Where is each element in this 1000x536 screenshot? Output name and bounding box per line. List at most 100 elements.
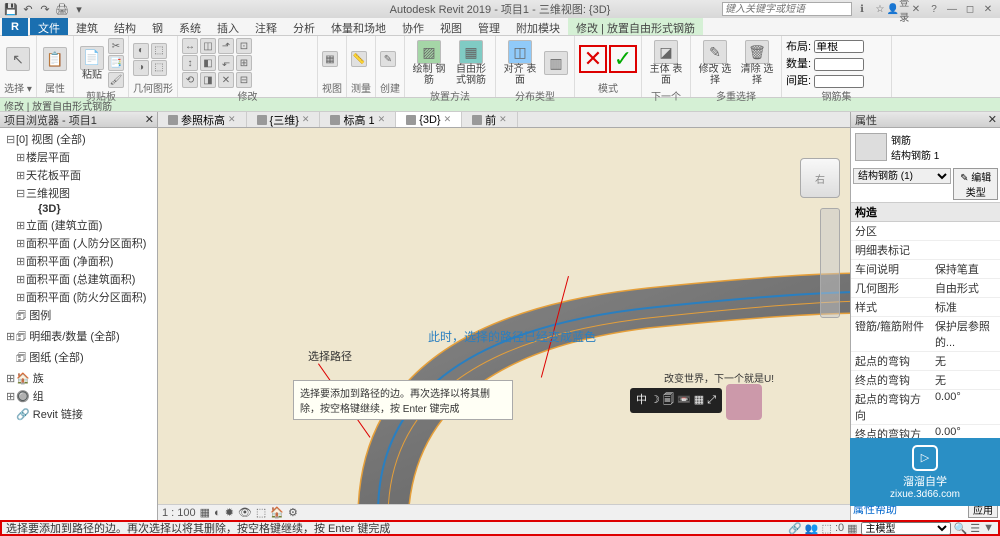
props-row[interactable]: 终点的弯钩无: [851, 371, 1000, 390]
vc-icon[interactable]: ⚙: [288, 506, 298, 519]
minimize-icon[interactable]: —: [944, 2, 960, 16]
search-input[interactable]: [722, 2, 852, 16]
geom-icon[interactable]: ⬚: [151, 60, 167, 76]
qa-redo-icon[interactable]: ↷: [38, 2, 52, 16]
type-selector[interactable]: 结构钢筋 (1): [853, 168, 951, 184]
mode-cancel-button[interactable]: ✕: [579, 45, 607, 73]
props-row[interactable]: 几何图形自由形式: [851, 279, 1000, 298]
host-face-button[interactable]: ◪主体 表面: [646, 38, 686, 88]
view-icon[interactable]: ▦: [322, 51, 338, 67]
tab-view[interactable]: 视图: [432, 18, 470, 35]
workset-select[interactable]: 主模型: [861, 522, 951, 535]
props-row[interactable]: 样式标准: [851, 298, 1000, 317]
close-tab-icon[interactable]: ✕: [302, 114, 310, 125]
star-icon[interactable]: ☆: [872, 2, 888, 16]
qa-undo-icon[interactable]: ↶: [21, 2, 35, 16]
vc-icon[interactable]: ✹: [225, 506, 234, 519]
props-row[interactable]: 起点的弯钩方向0.00°: [851, 390, 1000, 425]
qty-input[interactable]: [814, 58, 864, 71]
vc-icon[interactable]: 🏠: [270, 506, 284, 519]
modify-icon[interactable]: ✕: [218, 72, 234, 88]
close-props-icon[interactable]: ✕: [988, 113, 997, 126]
exchange-icon[interactable]: ✕: [908, 2, 924, 16]
mode-finish-button[interactable]: ✓: [609, 45, 637, 73]
cut-icon[interactable]: ✂: [108, 38, 124, 54]
props-row[interactable]: 分区: [851, 222, 1000, 241]
modify-icon[interactable]: ⊞: [236, 55, 252, 71]
view-tab[interactable]: 参照标高✕: [158, 112, 247, 127]
tab-addins[interactable]: 附加模块: [508, 18, 568, 35]
login-button[interactable]: 👤 登录: [890, 2, 906, 16]
properties-button[interactable]: 📋: [41, 45, 69, 73]
spacing-input[interactable]: [814, 75, 864, 88]
modify-icon[interactable]: ◫: [200, 38, 216, 54]
dist-button[interactable]: ▥: [542, 49, 570, 77]
modify-icon[interactable]: ⊟: [236, 72, 252, 88]
vc-icon[interactable]: ▦: [200, 506, 210, 519]
modify-icon[interactable]: ⟲: [182, 72, 198, 88]
tab-massing[interactable]: 体量和场地: [323, 18, 394, 35]
tree-item[interactable]: ⊟三维视图: [2, 184, 155, 202]
paste-button[interactable]: 📄粘贴: [78, 44, 106, 83]
tab-struct[interactable]: 结构: [106, 18, 144, 35]
help-icon[interactable]: ?: [926, 2, 942, 16]
tree-item[interactable]: ⊞面积平面 (防火分区面积): [2, 288, 155, 306]
tab-annotate[interactable]: 注释: [247, 18, 285, 35]
geom-icon[interactable]: ◑: [133, 60, 149, 76]
modify-icon[interactable]: ⬐: [218, 55, 234, 71]
tree-item[interactable]: 🗊 图例: [2, 306, 155, 327]
measure-icon[interactable]: 📏: [351, 51, 367, 67]
geom-icon[interactable]: ⬚: [151, 43, 167, 59]
tree-item[interactable]: ⊞天花板平面: [2, 166, 155, 184]
tree-item[interactable]: 🔗 Revit 链接: [2, 405, 155, 423]
nav-wheel[interactable]: [820, 208, 840, 318]
layout-input[interactable]: [814, 40, 864, 53]
tree-item[interactable]: 🗊 图纸 (全部): [2, 348, 155, 369]
tab-analyze[interactable]: 分析: [285, 18, 323, 35]
qa-save-icon[interactable]: 💾: [4, 2, 18, 16]
sb-icon[interactable]: 🔍: [954, 522, 968, 535]
props-group-header[interactable]: 构造: [851, 202, 1000, 222]
props-row[interactable]: 起点的弯钩无: [851, 352, 1000, 371]
tree-item[interactable]: ⊞🗊 明细表/数量 (全部): [2, 327, 155, 348]
info-icon[interactable]: ℹ: [854, 2, 870, 16]
view-cube[interactable]: 右: [800, 158, 840, 198]
view-tab[interactable]: {3D}✕: [396, 112, 462, 127]
create-icon[interactable]: ✎: [380, 51, 396, 67]
close-tab-icon[interactable]: ✕: [499, 114, 507, 125]
tree-item[interactable]: ⊞楼层平面: [2, 148, 155, 166]
modify-icon[interactable]: ↕: [182, 55, 198, 71]
tab-arch[interactable]: 建筑: [68, 18, 106, 35]
close-tab-icon[interactable]: ✕: [444, 114, 452, 125]
tab-systems[interactable]: 系统: [171, 18, 209, 35]
freeform-rebar-button[interactable]: ▦自由形 式钢筋: [451, 38, 491, 88]
close-browser-icon[interactable]: ✕: [145, 113, 154, 126]
sb-icon[interactable]: ☰: [970, 522, 980, 535]
sb-icon[interactable]: ⬚: [822, 522, 832, 535]
tab-manage[interactable]: 管理: [470, 18, 508, 35]
align-surface-button[interactable]: ◫对齐 表面: [500, 38, 540, 88]
tab-collab[interactable]: 协作: [394, 18, 432, 35]
view-tab[interactable]: 标高 1✕: [320, 112, 396, 127]
sb-icon[interactable]: 👥: [805, 522, 819, 535]
canvas-3d[interactable]: 此时，选择的路径已经变成蓝色 选择路径 选择要添加到路径的边。再次选择以将其删除…: [158, 128, 850, 504]
sb-icon[interactable]: 🔗: [788, 522, 802, 535]
tab-steel[interactable]: 钢: [144, 18, 171, 35]
tree-item[interactable]: ⊞面积平面 (人防分区面积): [2, 234, 155, 252]
vc-icon[interactable]: 👁: [238, 506, 252, 519]
view-tab[interactable]: 前✕: [462, 112, 518, 127]
sb-icon[interactable]: ▦: [847, 522, 857, 535]
match-icon[interactable]: 🖌: [108, 72, 124, 88]
tree-item[interactable]: ⊞立面 (建筑立面): [2, 216, 155, 234]
tab-file[interactable]: 文件: [30, 18, 68, 35]
view-tab[interactable]: {三维}✕: [247, 112, 321, 127]
sketch-rebar-button[interactable]: ▨绘制 钢筋: [409, 38, 449, 88]
copy-icon[interactable]: 📑: [108, 55, 124, 71]
modify-icon[interactable]: ↔: [182, 38, 198, 54]
qa-print-icon[interactable]: 🖨: [55, 2, 69, 16]
close-tab-icon[interactable]: ✕: [378, 114, 386, 125]
props-row[interactable]: 车间说明保持笔直: [851, 260, 1000, 279]
modify-icon[interactable]: ◧: [200, 55, 216, 71]
tree-item[interactable]: ⊞🔘 组: [2, 387, 155, 405]
select-button[interactable]: ↖: [4, 45, 32, 73]
